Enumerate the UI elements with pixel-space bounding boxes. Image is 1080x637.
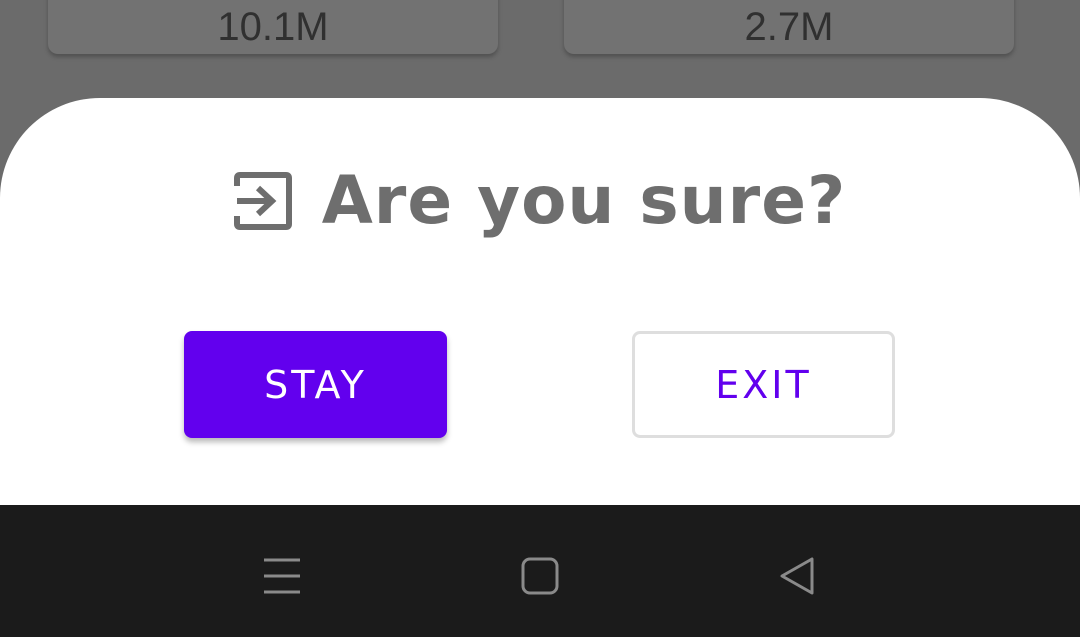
stat-card-right: 2.7M <box>564 0 1014 54</box>
back-triangle-icon[interactable] <box>776 554 820 598</box>
stay-button[interactable]: STAY <box>184 331 447 438</box>
stat-value-left: 10.1M <box>217 5 329 49</box>
stat-value-right: 2.7M <box>744 5 834 49</box>
dialog-title: Are you sure? <box>321 162 847 239</box>
system-nav-bar <box>0 505 1080 637</box>
exit-button[interactable]: EXIT <box>632 331 895 438</box>
exit-to-app-icon <box>233 172 292 230</box>
home-square-icon[interactable] <box>518 554 562 598</box>
menu-icon[interactable] <box>260 554 304 598</box>
dialog-header: Are you sure? <box>0 168 1080 234</box>
stat-card-left: 10.1M <box>48 0 498 54</box>
exit-confirm-sheet <box>0 98 1080 518</box>
